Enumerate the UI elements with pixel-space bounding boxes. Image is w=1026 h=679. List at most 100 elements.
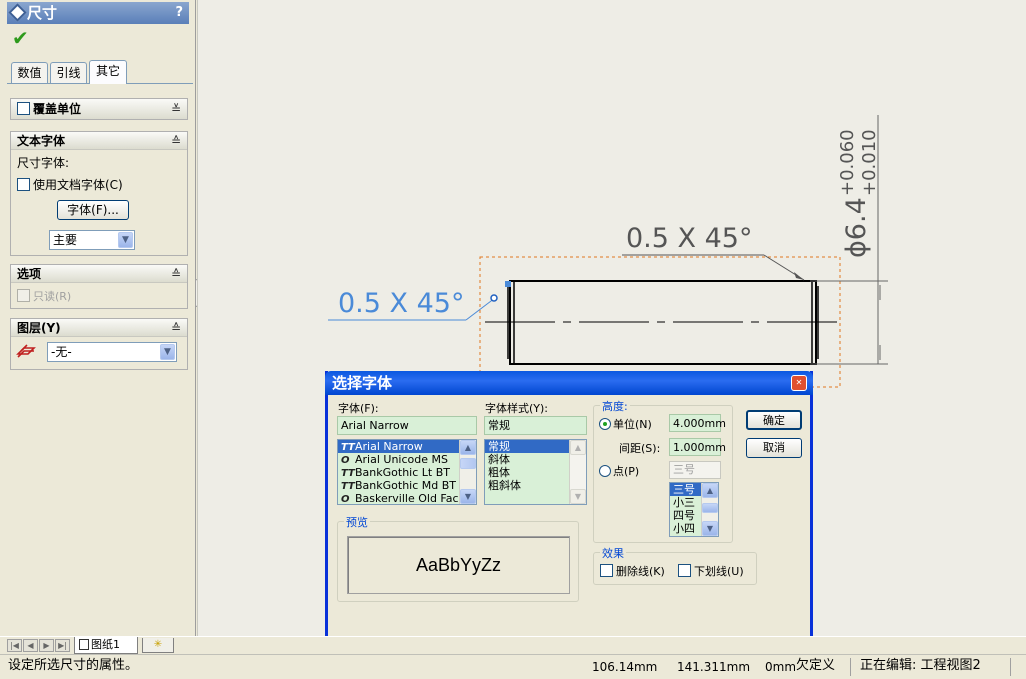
readonly-checkbox <box>17 289 30 302</box>
font-list-scrollbar[interactable]: ▲ ▼ <box>459 440 476 504</box>
add-sheet-icon[interactable]: ✳ <box>142 638 174 653</box>
tab-other[interactable]: 其它 <box>89 60 127 84</box>
points-value-input: 三号 <box>669 461 721 479</box>
points-radio[interactable] <box>599 465 611 477</box>
override-units-group: 覆盖单位 ≚ <box>10 98 188 120</box>
prev-sheet-icon[interactable]: ◀ <box>23 639 38 652</box>
font-list-item[interactable]: O Baskerville Old Face <box>338 492 476 505</box>
layer-select[interactable]: -无- ▼ <box>47 342 177 362</box>
font-list-items: TTArial Narrow O Arial Unicode MS TTBankGot… <box>338 440 476 505</box>
use-doc-font-row[interactable]: 使用文档字体(C) <box>17 176 123 193</box>
font-style-input[interactable]: 常规 <box>484 416 587 435</box>
chevron-down-icon[interactable]: ▼ <box>160 344 175 360</box>
font-list-item[interactable]: TTBankGothic Lt BT <box>338 466 476 479</box>
tab-leaders[interactable]: 引线 <box>50 62 87 83</box>
font-label: 字体(F): <box>338 402 379 415</box>
effects-fieldset: 效果 删除线(K) 下划线(U) <box>593 545 757 585</box>
scroll-down-icon[interactable]: ▼ <box>460 489 476 504</box>
scroll-thumb[interactable] <box>460 458 476 469</box>
cancel-button[interactable]: 取消 <box>746 438 802 458</box>
font-list-item[interactable]: TTArial Narrow <box>338 440 476 453</box>
status-message: 设定所选尺寸的属性。 <box>8 658 139 673</box>
font-list-item-label: Arial Unicode MS <box>355 453 448 466</box>
status-state: 欠定义 <box>796 658 836 673</box>
points-list-scrollbar[interactable]: ▲ ▼ <box>701 483 718 536</box>
sheet-tab-label: 图纸1 <box>91 638 120 651</box>
collapse-icon[interactable]: ≙ <box>171 132 181 150</box>
first-sheet-icon[interactable]: |◀ <box>7 639 22 652</box>
font-name-input[interactable]: Arial Narrow <box>337 416 477 435</box>
scroll-up-icon[interactable]: ▲ <box>570 440 586 455</box>
underline-row[interactable]: 下划线(U) <box>678 563 744 579</box>
status-x: 106.14mm <box>592 660 658 674</box>
ok-check-icon[interactable]: ✔ <box>12 28 29 48</box>
underline-label: 下划线(U) <box>694 565 744 578</box>
ok-button[interactable]: 确定 <box>746 410 802 430</box>
expand-icon[interactable]: ≚ <box>171 99 181 119</box>
sheet-icon <box>79 639 89 650</box>
font-button[interactable]: 字体(F)... <box>57 200 129 220</box>
style-label: 字体样式(Y): <box>485 402 549 415</box>
units-value-input[interactable]: 4.000mm <box>669 414 726 432</box>
points-radio-label: 点(P) <box>613 465 640 478</box>
dialog-title-bar[interactable]: 选择字体 ✕ <box>325 371 813 395</box>
style-list-scrollbar[interactable]: ▲ ▼ <box>569 440 586 504</box>
text-font-title: 文本字体 <box>17 134 66 148</box>
last-sheet-icon[interactable]: ▶| <box>55 639 70 652</box>
status-divider <box>1010 658 1011 676</box>
dialog-title: 选择字体 <box>332 374 393 392</box>
choose-font-dialog: 选择字体 ✕ 字体(F): Arial Narrow TTArial Narro… <box>325 371 813 642</box>
scroll-up-icon[interactable]: ▲ <box>702 483 718 498</box>
font-list-item[interactable]: O Arial Unicode MS <box>338 453 476 466</box>
status-editing: 正在编辑: 工程视图2 <box>860 658 981 673</box>
spacing-value-input[interactable]: 1.000mm <box>669 438 726 456</box>
height-fieldset: 高度: 单位(N) 4.000mm 间距(S): 1.000mm 点(P) 三号… <box>593 398 733 543</box>
effects-legend: 效果 <box>600 545 626 561</box>
sheet-tab-1[interactable]: 图纸1 <box>74 637 138 654</box>
diameter-annotation[interactable]: ϕ6.4 +0.060 +0.010 <box>837 129 880 258</box>
status-bar: 设定所选尺寸的属性。 106.14mm 141.311mm 0mm 欠定义 正在… <box>0 654 1026 679</box>
underline-checkbox[interactable] <box>678 564 691 577</box>
scroll-up-icon[interactable]: ▲ <box>460 440 476 455</box>
text-font-header[interactable]: 文本字体 ≙ <box>11 132 187 150</box>
points-radio-row[interactable]: 点(P) <box>599 463 639 479</box>
style-list[interactable]: 常规 斜体 粗体 粗斜体 ▲ ▼ <box>484 439 587 505</box>
opentype-font-icon: O <box>341 494 350 505</box>
close-icon[interactable]: ✕ <box>791 375 807 391</box>
collapse-icon[interactable]: ≙ <box>171 265 181 283</box>
override-units-header[interactable]: 覆盖单位 ≚ <box>11 99 187 119</box>
font-list[interactable]: TTArial Narrow O Arial Unicode MS TTBankGot… <box>337 439 477 505</box>
help-button[interactable]: ? <box>175 2 183 24</box>
collapse-icon[interactable]: ≙ <box>171 319 181 337</box>
use-doc-font-checkbox[interactable] <box>17 178 30 191</box>
tab-values[interactable]: 数值 <box>11 62 48 83</box>
chamfer-label-right[interactable]: 0.5 X 45° <box>626 223 752 254</box>
next-sheet-icon[interactable]: ▶ <box>39 639 54 652</box>
scroll-thumb[interactable] <box>702 503 718 513</box>
font-list-item-label: Baskerville Old Face <box>355 492 466 505</box>
units-radio-row[interactable]: 单位(N) <box>599 416 652 432</box>
override-units-checkbox[interactable] <box>17 102 30 115</box>
options-header[interactable]: 选项 ≙ <box>11 265 187 283</box>
layers-icon <box>16 343 36 359</box>
layer-header[interactable]: 图层(Y) ≙ <box>11 319 187 337</box>
units-radio[interactable] <box>599 418 611 430</box>
preview-legend: 预览 <box>344 514 370 530</box>
scroll-down-icon[interactable]: ▼ <box>570 489 586 504</box>
points-list[interactable]: 三号 小三 四号 小四 ▲ ▼ <box>669 482 719 537</box>
strikeout-row[interactable]: 删除线(K) <box>600 563 665 579</box>
chamfer-leader-right[interactable] <box>622 254 805 281</box>
strikeout-checkbox[interactable] <box>600 564 613 577</box>
font-type-select[interactable]: 主要 ▼ <box>49 230 135 250</box>
scroll-down-icon[interactable]: ▼ <box>702 521 718 536</box>
font-list-item[interactable]: TTBankGothic Md BT <box>338 479 476 492</box>
spacing-label: 间距(S): <box>619 442 661 455</box>
property-manager: 尺寸 ? ✔ 数值 引线 其它 覆盖单位 ≚ 文本字体 ≙ 尺寸字体: 使用文档… <box>0 0 203 636</box>
chevron-down-icon[interactable]: ▼ <box>118 232 133 248</box>
pm-title: 尺寸 <box>27 4 58 22</box>
font-type-value: 主要 <box>53 233 78 247</box>
chamfer-label-left[interactable]: 0.5 X 45° <box>338 288 464 319</box>
units-radio-label: 单位(N) <box>613 418 652 431</box>
override-units-label: 覆盖单位 <box>33 102 82 116</box>
options-group: 选项 ≙ 只读(R) <box>10 264 188 309</box>
